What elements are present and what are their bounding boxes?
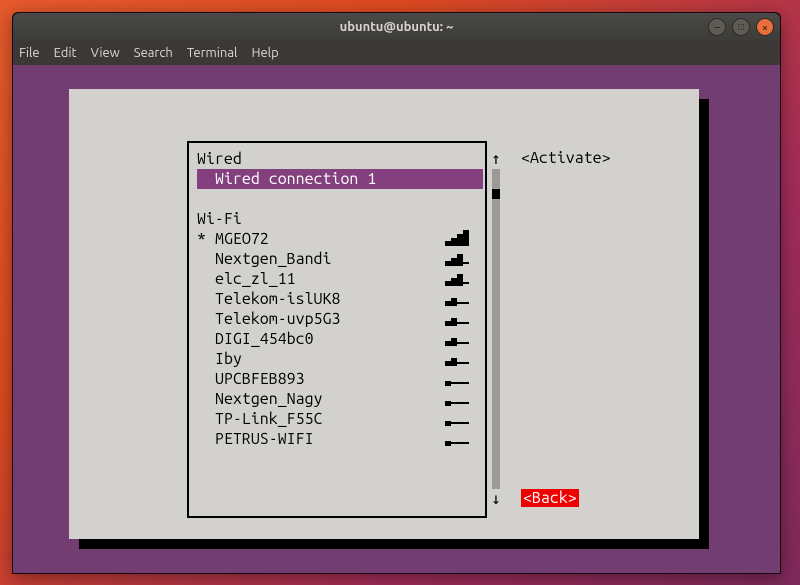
menu-view[interactable]: View xyxy=(91,46,120,60)
list-item[interactable]: Telekom-uvp5G3 xyxy=(197,309,477,329)
menubar: File Edit View Search Terminal Help xyxy=(13,41,780,65)
close-button[interactable]: × xyxy=(756,18,774,36)
list-item[interactable]: Iby xyxy=(197,349,477,369)
list-item[interactable]: TP-Link_F55C xyxy=(197,409,477,429)
listbox-scrollbar[interactable]: ↑ ↓ xyxy=(491,149,501,509)
wifi-ssid-label: MGEO72 xyxy=(215,229,269,249)
section-wifi-title: Wi-Fi xyxy=(197,209,477,229)
list-item[interactable]: UPCBFEB893 xyxy=(197,369,477,389)
wired-connection-label: Wired connection 1 xyxy=(215,169,376,189)
list-item[interactable]: Nextgen_Nagy xyxy=(197,389,477,409)
activate-button[interactable]: <Activate> xyxy=(521,149,611,167)
scroll-up-icon[interactable]: ↑ xyxy=(491,149,501,169)
menu-terminal[interactable]: Terminal xyxy=(187,46,238,60)
menu-file[interactable]: File xyxy=(19,46,40,60)
signal-strength-icon xyxy=(445,432,473,446)
list-item[interactable]: Wired connection 1 xyxy=(197,169,483,189)
list-item[interactable]: DIGI_454bc0 xyxy=(197,329,477,349)
signal-strength-icon xyxy=(445,292,473,306)
scroll-thumb[interactable] xyxy=(492,189,500,199)
wifi-ssid-label: DIGI_454bc0 xyxy=(215,329,314,349)
wifi-ssid-label: Iby xyxy=(215,349,242,369)
signal-strength-icon xyxy=(445,332,473,346)
wifi-ssid-label: elc_zl_11 xyxy=(215,269,296,289)
list-item[interactable]: Nextgen_Bandi xyxy=(197,249,477,269)
signal-strength-icon xyxy=(445,372,473,386)
signal-strength-icon xyxy=(445,352,473,366)
minimize-button[interactable]: ‒ xyxy=(708,18,726,36)
list-item[interactable]: elc_zl_11 xyxy=(197,269,477,289)
menu-search[interactable]: Search xyxy=(134,46,173,60)
wifi-ssid-label: Nextgen_Nagy xyxy=(215,389,323,409)
terminal-content: Wired Wired connection 1 Wi-Fi *MGEO72 N… xyxy=(13,65,780,573)
scroll-track[interactable] xyxy=(492,169,500,489)
window-titlebar: ubuntu@ubuntu: ~ ‒ □ × xyxy=(13,13,780,41)
side-actions: <Activate> xyxy=(521,148,611,168)
wifi-ssid-label: Telekom-islUK8 xyxy=(215,289,340,309)
active-marker: * xyxy=(197,229,215,249)
connection-listbox[interactable]: Wired Wired connection 1 Wi-Fi *MGEO72 N… xyxy=(187,141,487,518)
scroll-down-icon[interactable]: ↓ xyxy=(491,489,501,509)
signal-strength-icon xyxy=(445,412,473,426)
list-item[interactable]: Telekom-islUK8 xyxy=(197,289,477,309)
list-item[interactable]: PETRUS-WIFI xyxy=(197,429,477,449)
wifi-ssid-label: Telekom-uvp5G3 xyxy=(215,309,340,329)
menu-help[interactable]: Help xyxy=(251,46,278,60)
wifi-ssid-label: UPCBFEB893 xyxy=(215,369,305,389)
nmtui-panel: Wired Wired connection 1 Wi-Fi *MGEO72 N… xyxy=(69,89,699,539)
list-item[interactable]: *MGEO72 xyxy=(197,229,477,249)
wifi-ssid-label: TP-Link_F55C xyxy=(215,409,323,429)
window-controls: ‒ □ × xyxy=(708,18,774,36)
window-title: ubuntu@ubuntu: ~ xyxy=(340,20,454,34)
blank-row xyxy=(197,189,477,209)
signal-strength-icon xyxy=(445,312,473,326)
signal-strength-icon xyxy=(445,272,473,286)
terminal-window: ubuntu@ubuntu: ~ ‒ □ × File Edit View Se… xyxy=(12,12,781,574)
wifi-ssid-label: Nextgen_Bandi xyxy=(215,249,331,269)
maximize-button[interactable]: □ xyxy=(732,18,750,36)
signal-strength-icon xyxy=(445,392,473,406)
menu-edit[interactable]: Edit xyxy=(54,46,77,60)
connection-listbox-wrap: Wired Wired connection 1 Wi-Fi *MGEO72 N… xyxy=(187,141,487,518)
signal-strength-icon xyxy=(445,232,473,246)
signal-strength-icon xyxy=(445,252,473,266)
back-button[interactable]: <Back> xyxy=(521,489,579,507)
wifi-ssid-label: PETRUS-WIFI xyxy=(215,429,314,449)
section-wired-title: Wired xyxy=(197,149,477,169)
